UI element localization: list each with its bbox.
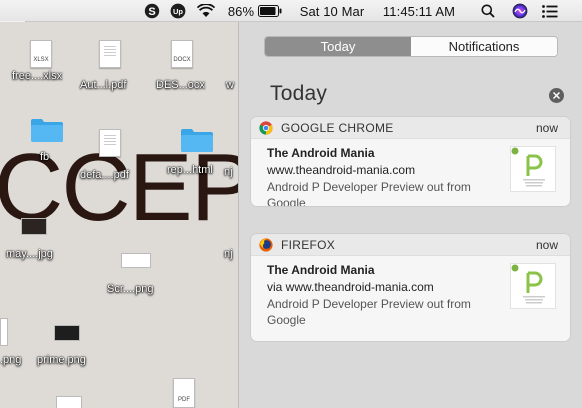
android-p-logo-icon bbox=[511, 264, 545, 304]
pdf-file-icon[interactable] bbox=[99, 40, 121, 68]
close-icon bbox=[553, 92, 560, 99]
notification-app-name: FIREFOX bbox=[281, 238, 336, 252]
notification-title: The Android Mania bbox=[267, 263, 375, 277]
pdf-file-icon[interactable] bbox=[99, 129, 121, 157]
svg-text:S: S bbox=[148, 6, 155, 18]
section-heading: Today bbox=[270, 82, 328, 105]
skype-icon[interactable]: S bbox=[143, 0, 161, 22]
screenshot-thumbnail[interactable] bbox=[121, 253, 151, 268]
menubar-clock[interactable]: 11:45:11 AM bbox=[372, 0, 466, 22]
notification-center-icon[interactable] bbox=[540, 0, 560, 22]
file-label[interactable]: .png bbox=[0, 354, 21, 366]
notification-time: now bbox=[535, 121, 558, 135]
notification-card[interactable]: FIREFOX now The Android Mania via www.th… bbox=[251, 234, 570, 341]
file-label[interactable]: Aut...l.pdf bbox=[80, 79, 126, 91]
notification-header: FIREFOX now bbox=[251, 234, 570, 256]
menubar-date[interactable]: Sat 10 Mar bbox=[294, 0, 370, 22]
view-switcher: Today Notifications bbox=[264, 36, 558, 57]
battery-percent: 86% bbox=[227, 3, 255, 19]
upwork-icon[interactable]: Up bbox=[169, 0, 187, 22]
tab-today[interactable]: Today bbox=[265, 37, 411, 56]
file-label[interactable]: Scr....png bbox=[107, 283, 153, 295]
notification-center-panel: Today Notifications Today GOOGLE CHROME … bbox=[238, 22, 582, 408]
folder-icon[interactable] bbox=[31, 118, 63, 142]
svg-text:Up: Up bbox=[173, 7, 183, 16]
notification-image bbox=[510, 146, 556, 192]
file-label[interactable]: free....xlsx bbox=[12, 70, 62, 82]
notification-time: now bbox=[535, 238, 558, 252]
notification-message: Android P Developer Preview out from Goo… bbox=[267, 297, 471, 327]
docx-file-icon[interactable]: DOCX bbox=[171, 40, 193, 68]
notification-header: GOOGLE CHROME now bbox=[251, 117, 570, 139]
file-label[interactable]: nj bbox=[224, 166, 233, 178]
image-thumbnail[interactable] bbox=[21, 218, 47, 235]
file-label[interactable]: defa....pdf bbox=[80, 169, 129, 181]
file-label[interactable]: may....jpg bbox=[6, 248, 53, 260]
notification-message: Android P Developer Preview out from Goo… bbox=[267, 180, 471, 206]
notification-image bbox=[510, 263, 556, 309]
file-label[interactable]: w bbox=[226, 79, 234, 91]
notification-card[interactable]: GOOGLE CHROME now The Android Mania www.… bbox=[251, 117, 570, 206]
image-thumbnail[interactable] bbox=[0, 318, 8, 346]
android-p-logo-icon bbox=[511, 147, 545, 187]
menu-bar: S Up 86% Sat 10 Mar 11:45:11 AM bbox=[0, 0, 582, 22]
siri-icon[interactable] bbox=[511, 0, 529, 22]
folder-icon[interactable] bbox=[181, 128, 213, 152]
wifi-icon[interactable] bbox=[196, 0, 216, 22]
file-label[interactable]: DES...ocx bbox=[156, 79, 205, 91]
search-icon[interactable] bbox=[479, 0, 497, 22]
chrome-icon bbox=[259, 121, 273, 135]
notification-subtitle: via www.theandroid-mania.com bbox=[267, 280, 434, 294]
image-thumbnail[interactable] bbox=[56, 396, 82, 408]
file-label[interactable]: nj bbox=[224, 248, 233, 260]
notification-title: The Android Mania bbox=[267, 146, 375, 160]
xlsx-file-icon[interactable]: XLSX bbox=[30, 40, 52, 68]
pdf-file-icon[interactable]: PDF bbox=[173, 378, 195, 408]
battery-icon[interactable] bbox=[258, 0, 282, 22]
folder-label[interactable]: fb bbox=[40, 151, 49, 163]
notification-app-name: GOOGLE CHROME bbox=[281, 121, 394, 135]
firefox-icon bbox=[259, 238, 273, 252]
tab-notifications[interactable]: Notifications bbox=[411, 37, 557, 56]
file-label[interactable]: rep...html bbox=[167, 164, 213, 176]
notification-subtitle: www.theandroid-mania.com bbox=[267, 163, 416, 177]
image-thumbnail[interactable] bbox=[54, 325, 80, 341]
clear-button[interactable] bbox=[549, 88, 564, 103]
file-label[interactable]: prime.png bbox=[37, 354, 86, 366]
